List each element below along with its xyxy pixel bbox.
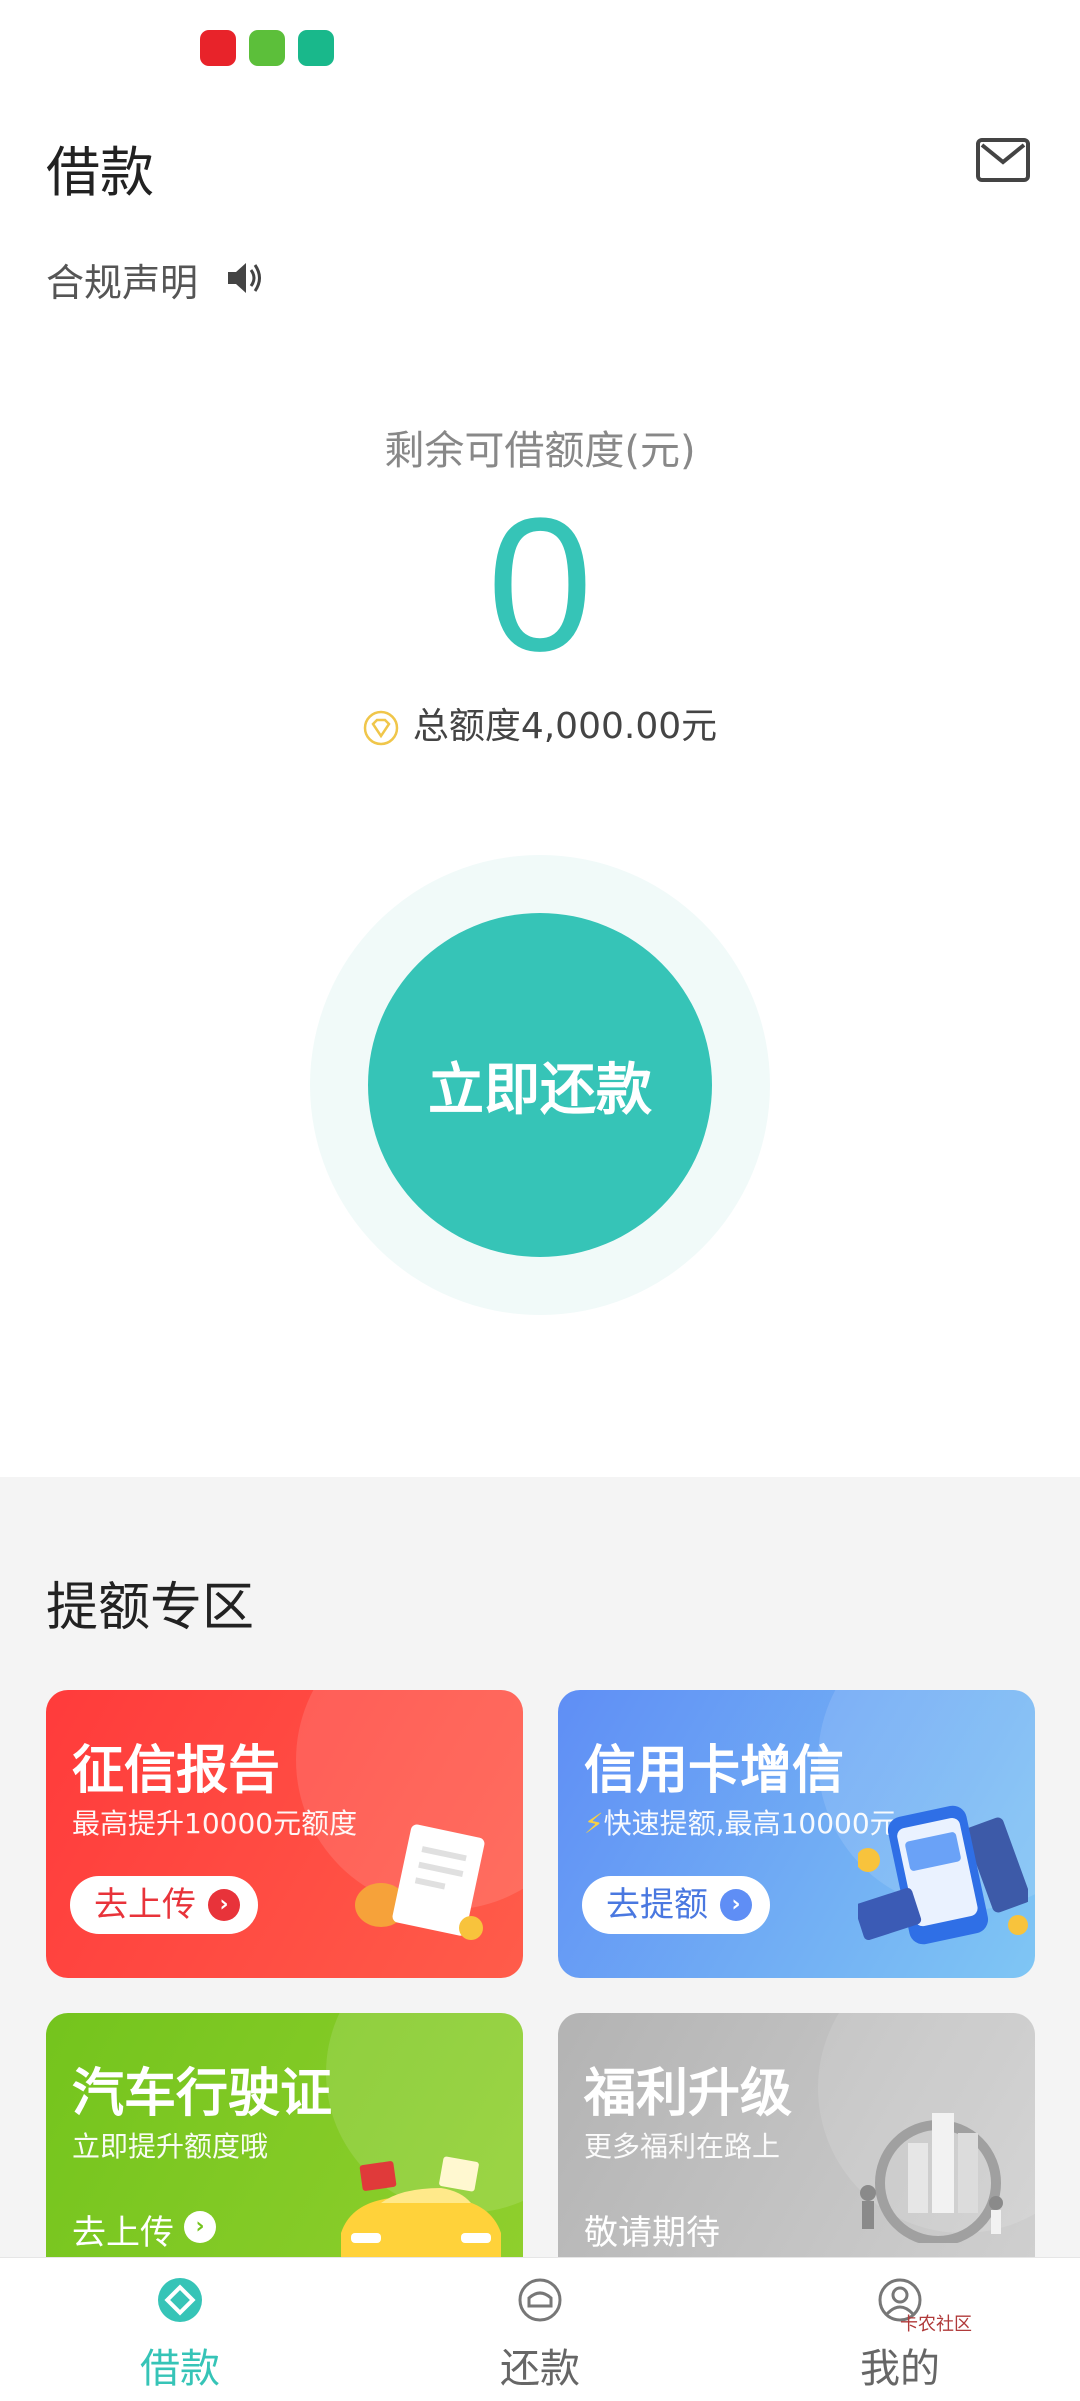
lightning-icon: ⚡	[584, 1807, 604, 1840]
arrow-right-icon: ›	[184, 2211, 216, 2243]
arrow-right-icon: ›	[720, 1889, 752, 1921]
boost-section-title: 提额专区	[46, 1578, 255, 1638]
car-illustration-icon	[341, 2156, 501, 2257]
card-subtitle-text: 快速提额,最高10000元	[603, 1807, 898, 1840]
boost-credit-button[interactable]: 去提额 ›	[582, 1876, 770, 1934]
repay-now-button[interactable]: 立即还款	[368, 913, 712, 1257]
loan-diamond-icon	[158, 2278, 202, 2322]
button-label: 去提额	[606, 1885, 708, 1925]
tab-label: 我的	[860, 2346, 940, 2392]
status-app-icon-red	[200, 30, 236, 66]
upload-credit-report-button[interactable]: 去上传 ›	[70, 1876, 258, 1934]
benefits-upgrade-card[interactable]: 福利升级 更多福利在路上 敬请期待	[558, 2013, 1035, 2257]
mail-icon[interactable]	[976, 138, 1030, 182]
credit-card-boost-card[interactable]: 信用卡增信 ⚡快速提额,最高10000元 去提额 ›	[558, 1690, 1035, 1978]
compliance-notice-link[interactable]: 合规声明	[46, 252, 198, 307]
card-title: 汽车行驶证	[72, 2064, 333, 2124]
available-credit-label: 剩余可借额度(元)	[384, 428, 696, 474]
speaker-icon	[228, 263, 261, 293]
available-credit-value: 0	[487, 479, 593, 691]
page-title: 借款	[46, 141, 154, 204]
card-subtitle: 最高提升10000元额度	[72, 1807, 358, 1840]
card-subtitle: ⚡快速提额,最高10000元	[584, 1802, 898, 1842]
card-title: 征信报告	[72, 1741, 281, 1801]
upload-vehicle-license-link[interactable]: 去上传	[72, 2205, 174, 2254]
diamond-icon	[363, 710, 399, 746]
credit-report-card[interactable]: 征信报告 最高提升10000元额度 去上传 ›	[46, 1690, 523, 1978]
tab-loan[interactable]: 借款	[60, 2258, 300, 2401]
card-title: 信用卡增信	[584, 1741, 845, 1801]
coming-soon-label: 敬请期待	[584, 2213, 720, 2253]
status-app-icon-green	[249, 30, 285, 66]
arrow-right-icon: ›	[208, 1889, 240, 1921]
document-illustration-icon	[355, 1824, 485, 1940]
buildings-illustration-icon	[860, 2113, 1003, 2243]
status-app-icon-teal	[298, 30, 334, 66]
total-credit-text: 总额度4,000.00元	[412, 706, 718, 747]
phone-card-illustration-icon	[858, 1805, 1028, 1945]
card-subtitle: 立即提升额度哦	[72, 2130, 269, 2163]
tab-label: 还款	[500, 2346, 580, 2392]
tab-label: 借款	[140, 2346, 220, 2392]
card-title: 福利升级	[584, 2064, 793, 2124]
total-credit-row: 总额度4,000.00元	[0, 697, 1080, 749]
tab-repay[interactable]: 还款	[420, 2258, 660, 2401]
repay-icon	[518, 2278, 562, 2322]
vehicle-license-card[interactable]: 汽车行驶证 立即提升额度哦 去上传 ›	[46, 2013, 523, 2257]
card-subtitle: 更多福利在路上	[584, 2130, 781, 2163]
watermark-logo: 卡农社区	[900, 2314, 972, 2335]
button-label: 去上传	[94, 1885, 196, 1925]
